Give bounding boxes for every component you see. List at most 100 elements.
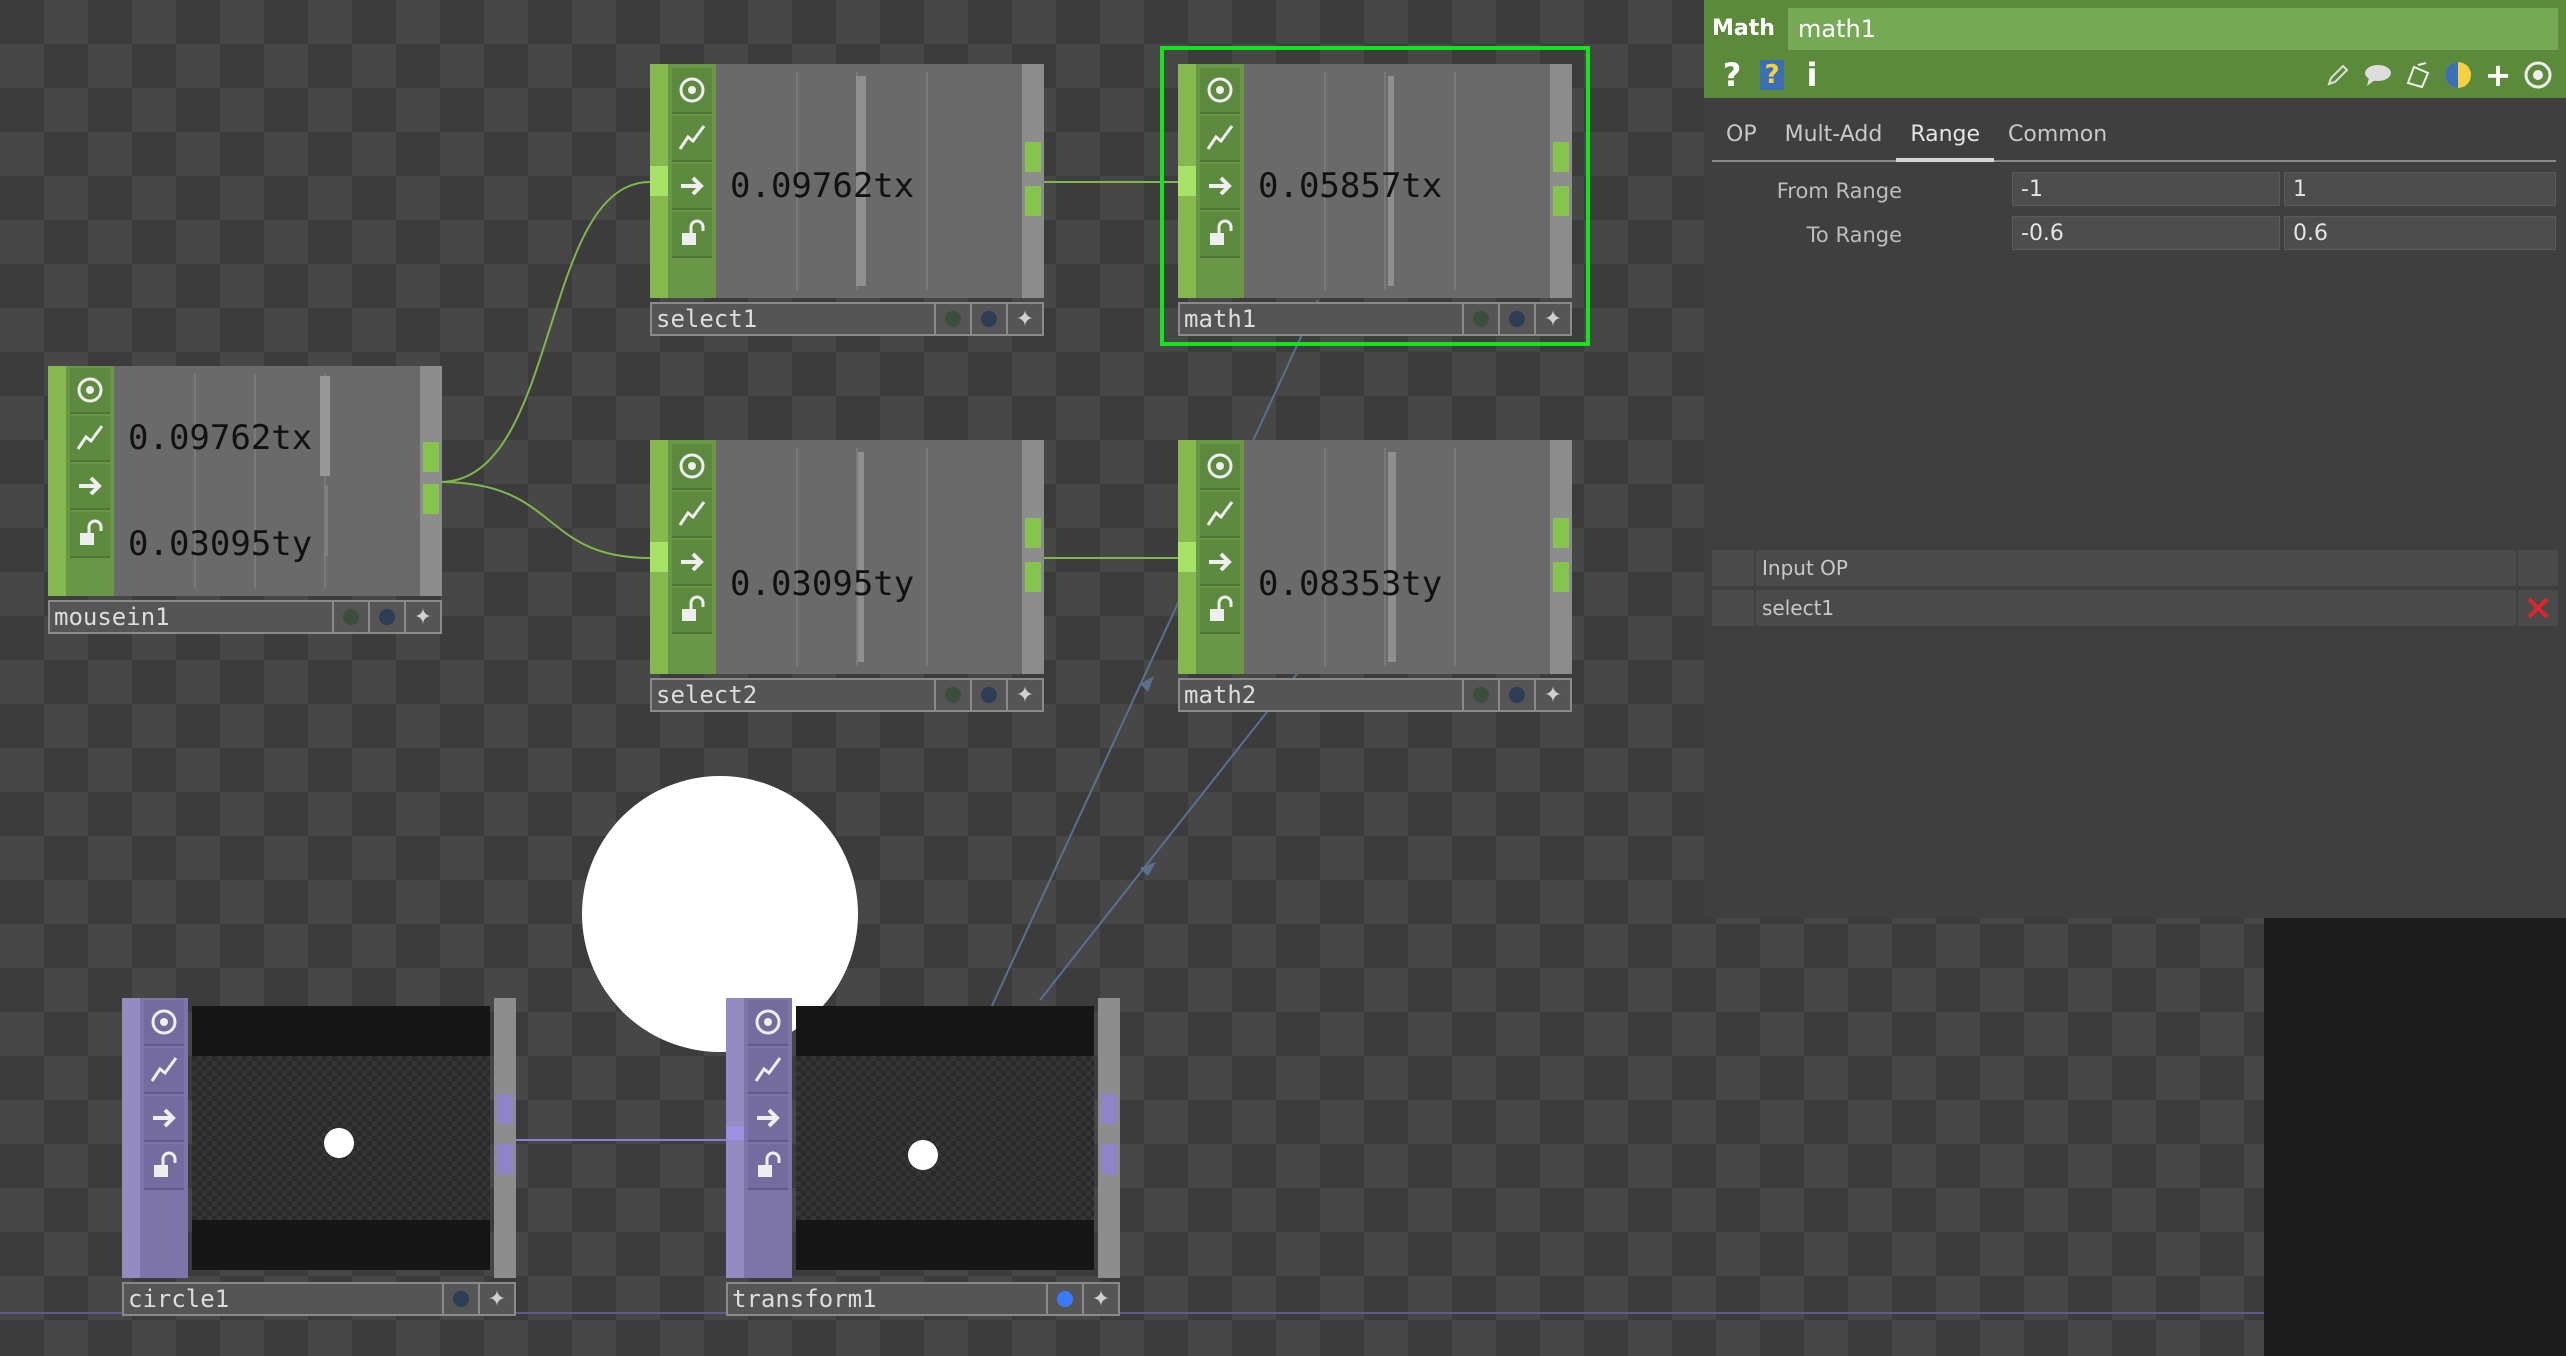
to-range-max-field[interactable]: 0.6 [2284, 216, 2556, 250]
node-label-math2[interactable]: math2 ✦ [1178, 678, 1572, 712]
output-port[interactable] [1101, 1094, 1117, 1124]
bypass-arrow-icon[interactable] [1200, 540, 1240, 586]
pulse-icon[interactable] [672, 116, 712, 162]
output-port[interactable] [423, 484, 439, 514]
display-flag-icon[interactable] [444, 1282, 480, 1316]
input-port[interactable] [1178, 166, 1196, 196]
bypass-flag-icon[interactable]: ✦ [1008, 678, 1044, 712]
input-op-name[interactable]: select1 [1762, 590, 1834, 626]
output-port[interactable] [1101, 1144, 1117, 1174]
add-icon[interactable]: + [2478, 56, 2518, 94]
viewer-icon[interactable] [1200, 68, 1240, 114]
bypass-flag-icon[interactable]: ✦ [1536, 302, 1572, 336]
tab-op[interactable]: OP [1712, 110, 1771, 160]
viewer-toggle-icon[interactable] [936, 302, 972, 336]
node-select2[interactable]: 0.03095ty [650, 440, 1044, 674]
node-name[interactable]: select2 [650, 678, 936, 712]
viewer-icon[interactable] [144, 1000, 184, 1046]
output-port[interactable] [1553, 186, 1569, 216]
tab-common[interactable]: Common [1994, 110, 2121, 160]
lock-icon[interactable] [748, 1144, 788, 1190]
bypass-arrow-icon[interactable] [70, 464, 110, 510]
bypass-flag-icon[interactable]: ✦ [1084, 1282, 1120, 1316]
viewer-icon[interactable] [70, 368, 110, 414]
output-port[interactable] [1553, 518, 1569, 548]
node-label-circle1[interactable]: circle1 ✦ [122, 1282, 516, 1316]
bypass-flag-icon[interactable]: ✦ [1536, 678, 1572, 712]
display-flag-icon[interactable] [1500, 302, 1536, 336]
output-port[interactable] [497, 1094, 513, 1124]
viewer-toggle-icon[interactable] [1464, 678, 1500, 712]
output-port[interactable] [1025, 186, 1041, 216]
edit-icon[interactable] [2318, 56, 2358, 94]
output-port[interactable] [1553, 142, 1569, 172]
node-label-transform1[interactable]: transform1 ✦ [726, 1282, 1120, 1316]
lock-icon[interactable] [672, 588, 712, 634]
bypass-arrow-icon[interactable] [748, 1096, 788, 1142]
node-name[interactable]: transform1 [726, 1282, 1048, 1316]
node-label-math1[interactable]: math1 ✦ [1178, 302, 1572, 336]
output-port[interactable] [423, 442, 439, 472]
display-flag-icon[interactable] [1500, 678, 1536, 712]
pulse-icon[interactable] [672, 492, 712, 538]
node-math2[interactable]: 0.08353ty [1178, 440, 1572, 674]
node-math1[interactable]: 0.05857tx [1178, 64, 1572, 298]
to-range-min-field[interactable]: -0.6 [2012, 216, 2280, 250]
delete-icon[interactable] [2516, 590, 2558, 626]
node-name[interactable]: mousein1 [48, 600, 334, 634]
target-icon[interactable] [2518, 56, 2558, 94]
display-flag-icon[interactable] [370, 600, 406, 634]
node-circle1[interactable] [122, 998, 516, 1278]
display-flag-icon[interactable] [972, 302, 1008, 336]
bypass-arrow-icon[interactable] [672, 540, 712, 586]
display-flag-icon[interactable] [972, 678, 1008, 712]
node-select1[interactable]: 0.09762tx [650, 64, 1044, 298]
pulse-icon[interactable] [144, 1048, 184, 1094]
input-op-row[interactable]: select1 [1712, 590, 2558, 626]
viewer-toggle-icon[interactable] [1464, 302, 1500, 336]
viewer-toggle-icon[interactable] [936, 678, 972, 712]
lock-icon[interactable] [144, 1144, 184, 1190]
node-name[interactable]: circle1 [122, 1282, 444, 1316]
from-range-min-field[interactable]: -1 [2012, 172, 2280, 206]
lock-icon[interactable] [672, 212, 712, 258]
help-icon[interactable]: ? [1712, 56, 1752, 94]
viewer-icon[interactable] [672, 444, 712, 490]
bypass-flag-icon[interactable]: ✦ [480, 1282, 516, 1316]
node-name[interactable]: math1 [1178, 302, 1464, 336]
node-transform1[interactable] [726, 998, 1120, 1278]
node-mousein1[interactable]: 0.09762tx 0.03095ty [48, 366, 442, 596]
lock-icon[interactable] [1200, 588, 1240, 634]
viewer-icon[interactable] [672, 68, 712, 114]
bypass-arrow-icon[interactable] [144, 1096, 184, 1142]
input-port[interactable] [1178, 542, 1196, 572]
node-label-select2[interactable]: select2 ✦ [650, 678, 1044, 712]
input-port[interactable] [650, 166, 668, 196]
viewer-icon[interactable] [1200, 444, 1240, 490]
info-icon[interactable]: i [1792, 56, 1832, 94]
bypass-flag-icon[interactable]: ✦ [1008, 302, 1044, 336]
pulse-icon[interactable] [70, 416, 110, 462]
output-port[interactable] [1553, 562, 1569, 592]
from-range-max-field[interactable]: 1 [2284, 172, 2556, 206]
output-port[interactable] [1025, 562, 1041, 592]
python-help-icon[interactable]: ? [1752, 56, 1792, 94]
display-flag-icon[interactable] [1048, 1282, 1084, 1316]
bypass-arrow-icon[interactable] [1200, 164, 1240, 210]
input-port[interactable] [650, 542, 668, 572]
bypass-flag-icon[interactable]: ✦ [406, 600, 442, 634]
input-port[interactable] [726, 1126, 744, 1140]
op-name-field[interactable]: math1 [1788, 8, 2558, 50]
tab-mult-add[interactable]: Mult-Add [1771, 110, 1897, 160]
bypass-arrow-icon[interactable] [672, 164, 712, 210]
output-port[interactable] [1025, 518, 1041, 548]
python-icon[interactable] [2438, 56, 2478, 94]
output-port[interactable] [1025, 142, 1041, 172]
pulse-icon[interactable] [748, 1048, 788, 1094]
viewer-toggle-icon[interactable] [334, 600, 370, 634]
output-port[interactable] [497, 1144, 513, 1174]
node-label-mousein1[interactable]: mousein1 ✦ [48, 600, 442, 634]
pulse-icon[interactable] [1200, 116, 1240, 162]
clone-icon[interactable] [2398, 56, 2438, 94]
comment-icon[interactable] [2358, 56, 2398, 94]
